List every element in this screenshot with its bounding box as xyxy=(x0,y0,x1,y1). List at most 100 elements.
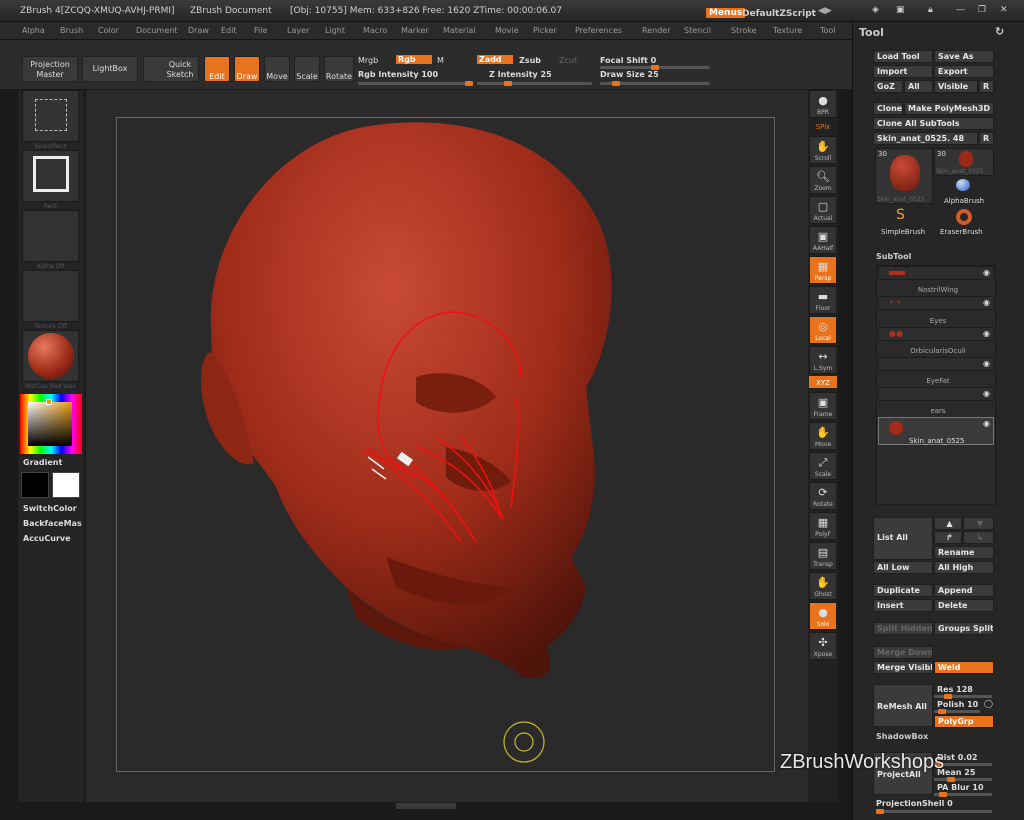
menu-item-alpha[interactable]: Alpha xyxy=(22,26,45,35)
layout-icon[interactable]: ◈ xyxy=(872,5,879,15)
menu-item-stroke[interactable]: Stroke xyxy=(731,26,757,35)
shelf-zoom-button[interactable]: 🔍︎ Zoom xyxy=(809,166,837,194)
projection-master-button[interactable]: Projection Master xyxy=(22,56,78,82)
current-tool-slider[interactable]: Skin_anat_0525. 48 xyxy=(873,132,978,145)
layout-b-icon[interactable]: ▣ xyxy=(896,5,905,15)
import-button[interactable]: Import xyxy=(873,65,933,78)
shelf-lsym-button[interactable]: ↔ L.Sym xyxy=(809,346,837,374)
gizmo-icon[interactable] xyxy=(503,721,545,763)
m-button[interactable]: M xyxy=(437,56,444,65)
tool-r-button[interactable]: R xyxy=(979,132,994,145)
select-rect-brush[interactable]: SelectRect xyxy=(22,90,79,150)
append-button[interactable]: Append xyxy=(934,584,994,597)
list-all-button[interactable]: List All xyxy=(873,517,933,560)
switch-color-button[interactable]: SwitchColor xyxy=(23,504,77,513)
shadowbox-button[interactable]: ShadowBox xyxy=(876,732,928,741)
delete-button[interactable]: Delete xyxy=(934,599,994,612)
slider-knob[interactable] xyxy=(946,777,955,782)
menu-item-picker[interactable]: Picker xyxy=(533,26,557,35)
subtool-row-4[interactable]: ◉ xyxy=(878,357,994,371)
mrgb-button[interactable]: Mrgb xyxy=(358,56,378,65)
draw-button[interactable]: Draw xyxy=(234,56,260,82)
subtool-row-5[interactable]: ◉ xyxy=(878,387,994,401)
stroke-thumb[interactable]: Rect xyxy=(22,150,79,210)
menu-item-texture[interactable]: Texture xyxy=(773,26,802,35)
eye-icon[interactable]: ◉ xyxy=(983,298,990,307)
nav-arrows-icon[interactable]: ◀▶ xyxy=(818,6,832,16)
shelf-move-button[interactable]: ✋ Move xyxy=(809,422,837,450)
menu-item-brush[interactable]: Brush xyxy=(60,26,83,35)
slider-knob[interactable] xyxy=(465,81,473,86)
slider-knob[interactable] xyxy=(939,792,947,797)
menu-item-edit[interactable]: Edit xyxy=(221,26,237,35)
move-down-icon[interactable]: ▼ xyxy=(963,517,994,530)
slider-knob[interactable] xyxy=(944,694,952,699)
shelf-scale-button[interactable]: ⤢ Scale xyxy=(809,452,837,480)
menu-item-marker[interactable]: Marker xyxy=(401,26,429,35)
backface-mask-button[interactable]: BackfaceMas xyxy=(23,519,82,528)
shelf-local-button[interactable]: ◎ Local xyxy=(809,316,837,344)
shelf-rotate-button[interactable]: ⟳ Rotate xyxy=(809,482,837,510)
menus-button[interactable]: Menus xyxy=(706,8,746,18)
close-icon[interactable]: ✕ xyxy=(1000,5,1008,15)
menu-item-render[interactable]: Render xyxy=(642,26,670,35)
rotate-button[interactable]: Rotate xyxy=(324,56,354,82)
visible-button[interactable]: Visible xyxy=(934,80,978,93)
lightbox-button[interactable]: LightBox xyxy=(82,56,138,82)
res-slider[interactable] xyxy=(934,694,992,699)
merge-visible-button[interactable]: Merge Visibl xyxy=(873,661,933,674)
remesh-all-button[interactable]: ReMesh All xyxy=(873,684,933,727)
slider-knob[interactable] xyxy=(612,81,621,86)
eye-icon[interactable]: ◉ xyxy=(983,268,990,277)
menu-item-stencil[interactable]: Stencil xyxy=(684,26,711,35)
shelf-aahalf-button[interactable]: ▣ AAHalf xyxy=(809,226,837,254)
shelf-frame-button[interactable]: ▣ Frame xyxy=(809,392,837,420)
menu-item-color[interactable]: Color xyxy=(98,26,119,35)
subtool-row-2[interactable]: • • ◉ xyxy=(878,296,994,310)
shelf-persp-button[interactable]: ▦ Persp xyxy=(809,256,837,284)
projection-shell-slider[interactable] xyxy=(876,809,992,814)
maximize-icon[interactable]: ❐ xyxy=(978,5,986,15)
subtool-row-1[interactable]: ◉ xyxy=(878,266,994,280)
z-intensity-slider[interactable] xyxy=(477,81,592,86)
eraser-brush-thumb[interactable]: EraserBrush xyxy=(934,207,994,237)
accucurve-button[interactable]: AccuCurve xyxy=(23,534,71,543)
menu-item-document[interactable]: Document xyxy=(136,26,177,35)
simple-brush-thumb[interactable]: S SimpleBrush xyxy=(875,207,933,237)
eye-icon[interactable]: ◉ xyxy=(983,419,990,428)
menu-item-file[interactable]: File xyxy=(254,26,267,35)
rgb-button[interactable]: Rgb xyxy=(396,55,432,64)
canvas-scrollbar[interactable] xyxy=(396,803,456,809)
goz-button[interactable]: GoZ xyxy=(873,80,903,93)
subtool-row-active[interactable]: ◉ Skin_anat_0525 xyxy=(878,417,994,445)
color-picker[interactable] xyxy=(20,394,82,454)
shelf-ghost-button[interactable]: ✋ Ghost xyxy=(809,572,837,600)
move-button[interactable]: Move xyxy=(264,56,290,82)
zsub-button[interactable]: Zsub xyxy=(519,56,541,65)
polish-toggle-icon[interactable]: ◯ xyxy=(984,699,993,708)
insert-button[interactable]: Insert xyxy=(873,599,933,612)
pa-blur-slider[interactable] xyxy=(934,792,992,797)
goz-all-button[interactable]: All xyxy=(904,80,933,93)
draw-size-slider[interactable] xyxy=(600,81,710,86)
export-button[interactable]: Export xyxy=(934,65,994,78)
clone-all-subtools-button[interactable]: Clone All SubTools xyxy=(873,117,994,130)
zadd-button[interactable]: Zadd xyxy=(477,55,513,64)
menu-item-draw[interactable]: Draw xyxy=(188,26,209,35)
shelf-solo-button[interactable]: ● Solo xyxy=(809,602,837,630)
material-thumb[interactable]: MatCap Red Wax xyxy=(22,330,79,390)
merge-down-button[interactable]: Merge Down xyxy=(873,646,933,659)
duplicate-button[interactable]: Duplicate xyxy=(873,584,933,597)
scale-button[interactable]: Scale xyxy=(294,56,320,82)
alpha-thumb[interactable]: Alpha Off xyxy=(22,210,79,270)
gradient-label[interactable]: Gradient xyxy=(23,458,62,467)
split-hidden-button[interactable]: Split Hidden xyxy=(873,622,933,635)
subtool-row-3[interactable]: ●● ◉ xyxy=(878,327,994,341)
shelf-xpose-button[interactable]: ✣ Xpose xyxy=(809,632,837,660)
groups-split-button[interactable]: Groups Split xyxy=(934,622,994,635)
zcut-button[interactable]: Zcut xyxy=(559,56,577,65)
color-square[interactable] xyxy=(28,402,72,446)
eye-icon[interactable]: ◉ xyxy=(983,389,990,398)
sculpt-viewport[interactable] xyxy=(116,117,775,772)
save-as-button[interactable]: Save As xyxy=(934,50,994,63)
